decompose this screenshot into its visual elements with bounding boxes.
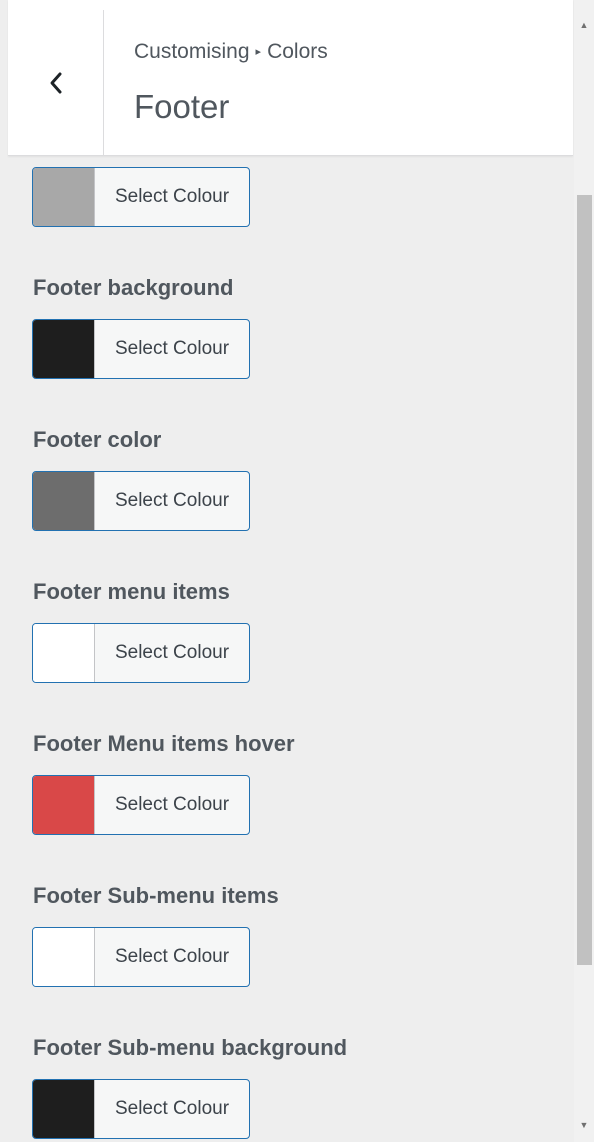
color-swatch <box>33 320 95 378</box>
chevron-left-icon <box>48 71 64 95</box>
control-label: Footer Sub-menu items <box>33 883 279 908</box>
control-label: Footer background <box>33 275 234 300</box>
select-colour-label: Select Colour <box>114 186 230 207</box>
select-colour-label: Select Colour <box>114 490 230 511</box>
color-swatch <box>33 624 95 682</box>
breadcrumb-separator-icon: ▸ <box>255 46 262 58</box>
control-label: Footer color <box>33 427 162 452</box>
color-swatch <box>33 168 95 226</box>
panel-header: Customising ▸ Colors Footer <box>8 0 573 156</box>
select-colour-button[interactable]: Select Colour <box>32 1079 250 1139</box>
breadcrumb-panel: Colors <box>267 40 328 63</box>
control-label: Footer Menu items hover <box>33 731 295 756</box>
select-colour-button[interactable]: Select Colour <box>32 623 250 683</box>
color-swatch <box>33 776 95 834</box>
vertical-scrollbar[interactable]: ▲ ▼ <box>574 0 594 1142</box>
scroll-down-arrow-icon[interactable]: ▼ <box>574 1110 594 1140</box>
select-colour-button[interactable]: Select Colour <box>32 319 250 379</box>
customizer-panel: Customising ▸ Colors Footer Select Colour … <box>0 0 594 1142</box>
select-colour-label: Select Colour <box>114 642 230 663</box>
color-swatch <box>33 928 95 986</box>
breadcrumb-root: Customising <box>134 40 250 63</box>
select-colour-button[interactable]: Select Colour <box>32 775 250 835</box>
scroll-thumb[interactable] <box>577 195 592 965</box>
breadcrumb: Customising ▸ Colors <box>134 40 328 64</box>
back-button[interactable] <box>8 10 104 155</box>
control-label: Footer Sub-menu background <box>33 1035 348 1060</box>
select-colour-label: Select Colour <box>114 794 230 815</box>
select-colour-label: Select Colour <box>114 338 230 359</box>
select-colour-button[interactable]: Select Colour <box>32 471 250 531</box>
color-swatch <box>33 1080 95 1138</box>
section-title: Footer <box>134 88 230 125</box>
select-colour-label: Select Colour <box>114 946 230 967</box>
color-swatch <box>33 472 95 530</box>
select-colour-label: Select Colour <box>114 1098 230 1119</box>
scroll-up-arrow-icon[interactable]: ▲ <box>574 10 594 40</box>
select-colour-button[interactable]: Select Colour <box>32 167 250 227</box>
select-colour-button[interactable]: Select Colour <box>32 927 250 987</box>
control-label: Footer menu items <box>33 579 230 604</box>
